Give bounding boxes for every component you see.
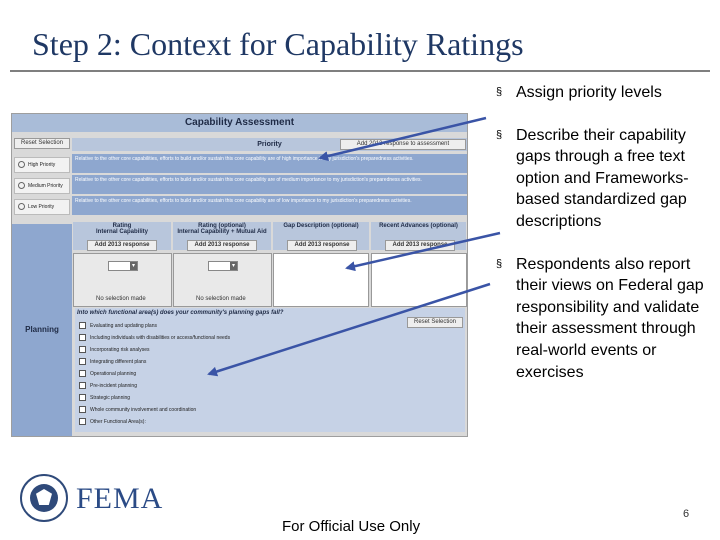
bullet-item: § Respondents also report their views on … <box>496 254 706 384</box>
bullet-text: Describe their capability gaps through a… <box>516 126 689 230</box>
dhs-seal-icon <box>20 474 68 522</box>
bullet-marker: § <box>496 86 503 98</box>
arrow-to-functional-areas <box>207 282 491 377</box>
fema-wordmark: FEMA <box>76 482 164 515</box>
bullet-list: § Assign priority levels § Describe their … <box>496 82 706 404</box>
footer-text: For Official Use Only <box>282 518 421 535</box>
bullet-text: Respondents also report their views on F… <box>516 255 704 381</box>
bullet-item: § Assign priority levels <box>496 82 706 104</box>
arrow-to-priority <box>318 116 487 161</box>
bullet-marker: § <box>496 257 503 270</box>
fema-logo: FEMA <box>20 474 164 524</box>
bullet-item: § Describe their capability gaps through … <box>496 125 706 233</box>
page-number: 6 <box>683 508 690 520</box>
bullet-marker: § <box>496 128 503 141</box>
bullet-text: Assign priority levels <box>516 84 662 101</box>
arrow-to-gap-description <box>345 231 501 272</box>
